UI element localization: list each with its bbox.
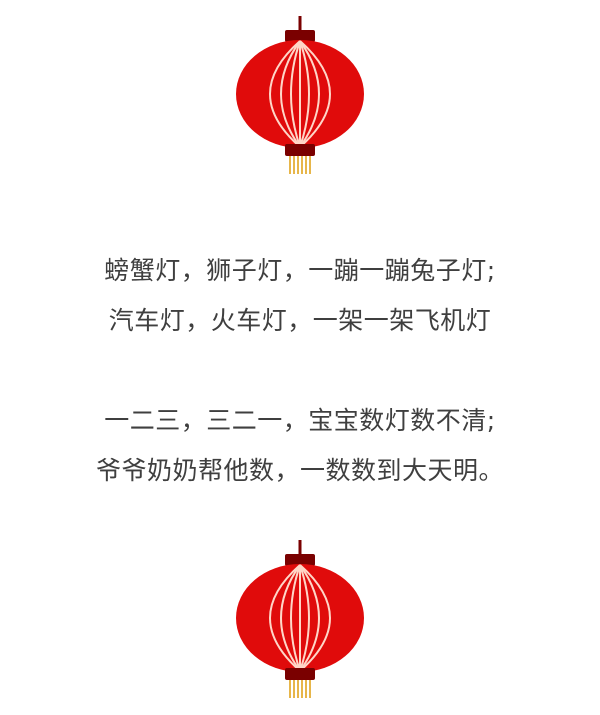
red-lantern-icon [236, 16, 364, 174]
poem-line: 爷爷奶奶帮他数，一数数到大天明。 [95, 456, 504, 485]
poem-stanza-1: 螃蟹灯，狮子灯，一蹦一蹦兔子灯; 汽车灯，火车灯，一架一架飞机灯 [0, 246, 600, 346]
poem-line: 一二三，三二一，宝宝数灯数不清; [104, 406, 496, 435]
poem-line: 螃蟹灯，狮子灯，一蹦一蹦兔子灯; [104, 256, 496, 285]
poem-line: 汽车灯，火车灯，一架一架飞机灯 [108, 306, 492, 335]
red-lantern-icon [236, 540, 364, 698]
poem-stanza-2: 一二三，三二一，宝宝数灯数不清; 爷爷奶奶帮他数，一数数到大天明。 [0, 396, 600, 496]
